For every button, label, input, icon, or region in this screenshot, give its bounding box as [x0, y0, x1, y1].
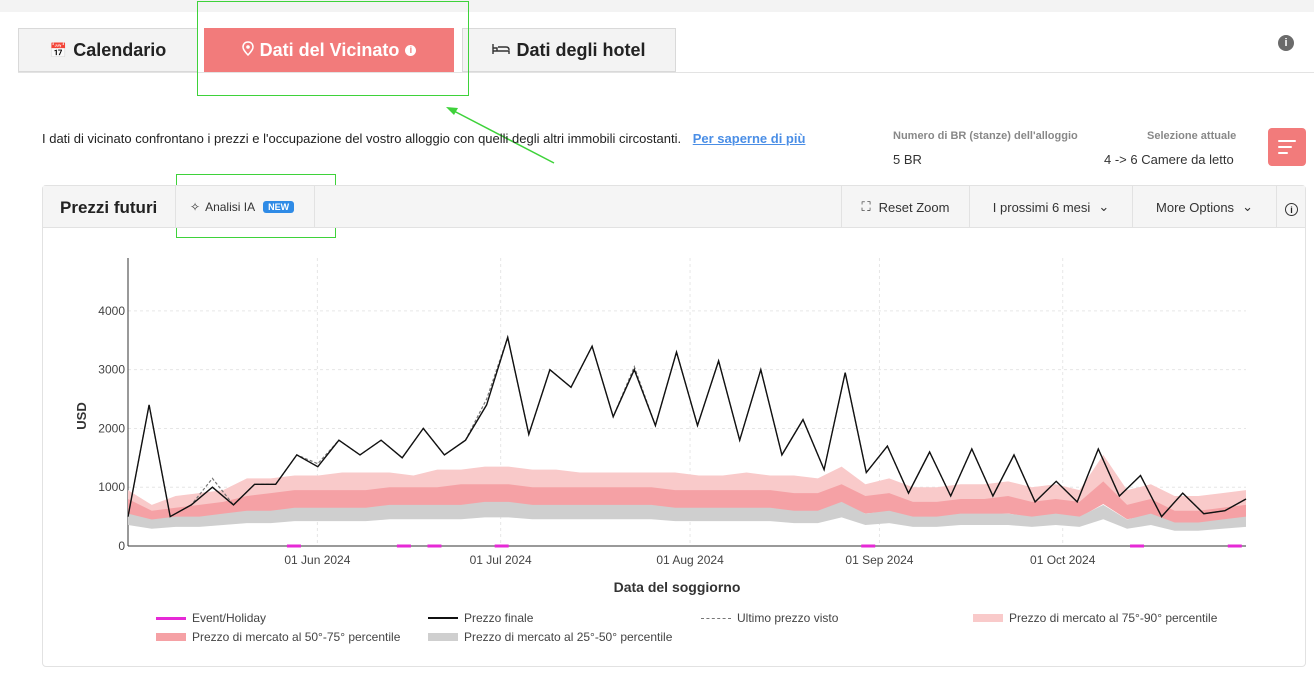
x-tick-label: 01 Sep 2024: [845, 553, 913, 567]
legend-swatch: [428, 633, 458, 641]
y-tick-label: 1000: [98, 480, 125, 494]
legend-final-price[interactable]: Prezzo finale: [428, 611, 533, 625]
legend-label: Prezzo di mercato al 25°-50° percentile: [464, 630, 673, 644]
legend-swatch: [156, 633, 186, 641]
legend-swatch: [701, 617, 731, 619]
legend-label: Prezzo finale: [464, 611, 534, 625]
y-axis-title: USD: [74, 402, 89, 429]
legend-label: Prezzo di mercato al 50°-75° percentile: [192, 630, 401, 644]
y-tick-label: 0: [118, 539, 125, 553]
x-tick-label: 01 Oct 2024: [1030, 553, 1096, 567]
x-tick-label: 01 Jun 2024: [284, 553, 350, 567]
legend-label: Ultimo prezzo visto: [737, 611, 839, 625]
x-tick-label: 01 Aug 2024: [656, 553, 724, 567]
legend-last-seen[interactable]: Ultimo prezzo visto: [701, 611, 838, 625]
legend-p50-75[interactable]: Prezzo di mercato al 50°-75° percentile: [156, 630, 400, 644]
legend-label: Event/Holiday: [192, 611, 267, 625]
y-tick-label: 4000: [98, 304, 125, 318]
y-tick-label: 3000: [98, 363, 125, 377]
legend-p25-50[interactable]: Prezzo di mercato al 25°-50° percentile: [428, 630, 672, 644]
legend-label: Prezzo di mercato al 75°-90° percentile: [1009, 611, 1218, 625]
legend-event[interactable]: Event/Holiday: [156, 611, 266, 625]
legend-swatch: [156, 616, 186, 620]
price-chart[interactable]: 0 1000 2000 3000 4000 01 Jun 2024 01 Jul 2024 0…: [0, 0, 1314, 679]
x-axis-title: Data del soggiorno: [614, 579, 741, 595]
legend-p75-90[interactable]: Prezzo di mercato al 75°-90° percentile: [973, 611, 1217, 625]
y-tick-label: 2000: [98, 421, 125, 435]
legend-swatch: [428, 617, 458, 619]
legend-swatch: [973, 614, 1003, 622]
x-tick-label: 01 Jul 2024: [470, 553, 532, 567]
